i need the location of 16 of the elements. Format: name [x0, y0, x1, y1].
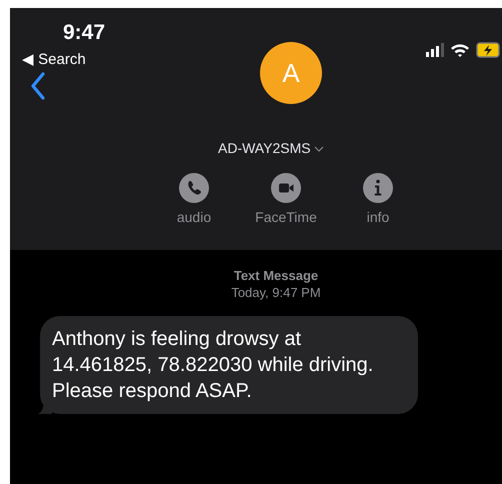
info-icon[interactable] — [363, 173, 393, 203]
action-label[interactable]: audio — [176, 208, 212, 226]
chevron-down-icon — [314, 146, 324, 152]
back-chevron-icon[interactable] — [30, 72, 46, 100]
contact-name-button[interactable]: AD-WAY2SMS — [218, 138, 324, 159]
wifi-icon — [450, 42, 470, 58]
signal-icon — [426, 43, 444, 57]
action-label[interactable]: info — [366, 208, 390, 226]
message-bubble: Anthony is feeling drowsy at 14.461825, 78.822030 while driving. Please respond ASAP. — [40, 316, 418, 414]
back-to-search-link[interactable]: ◀ Search — [22, 50, 106, 70]
message-timestamp: Today, 9:47 PM — [231, 284, 321, 301]
video-camera-icon[interactable] — [271, 173, 301, 203]
status-time: 9:47 — [63, 20, 106, 46]
service-label: Text Message — [234, 267, 318, 284]
phone-icon[interactable] — [179, 173, 209, 203]
action-label[interactable]: FaceTime — [255, 208, 317, 226]
